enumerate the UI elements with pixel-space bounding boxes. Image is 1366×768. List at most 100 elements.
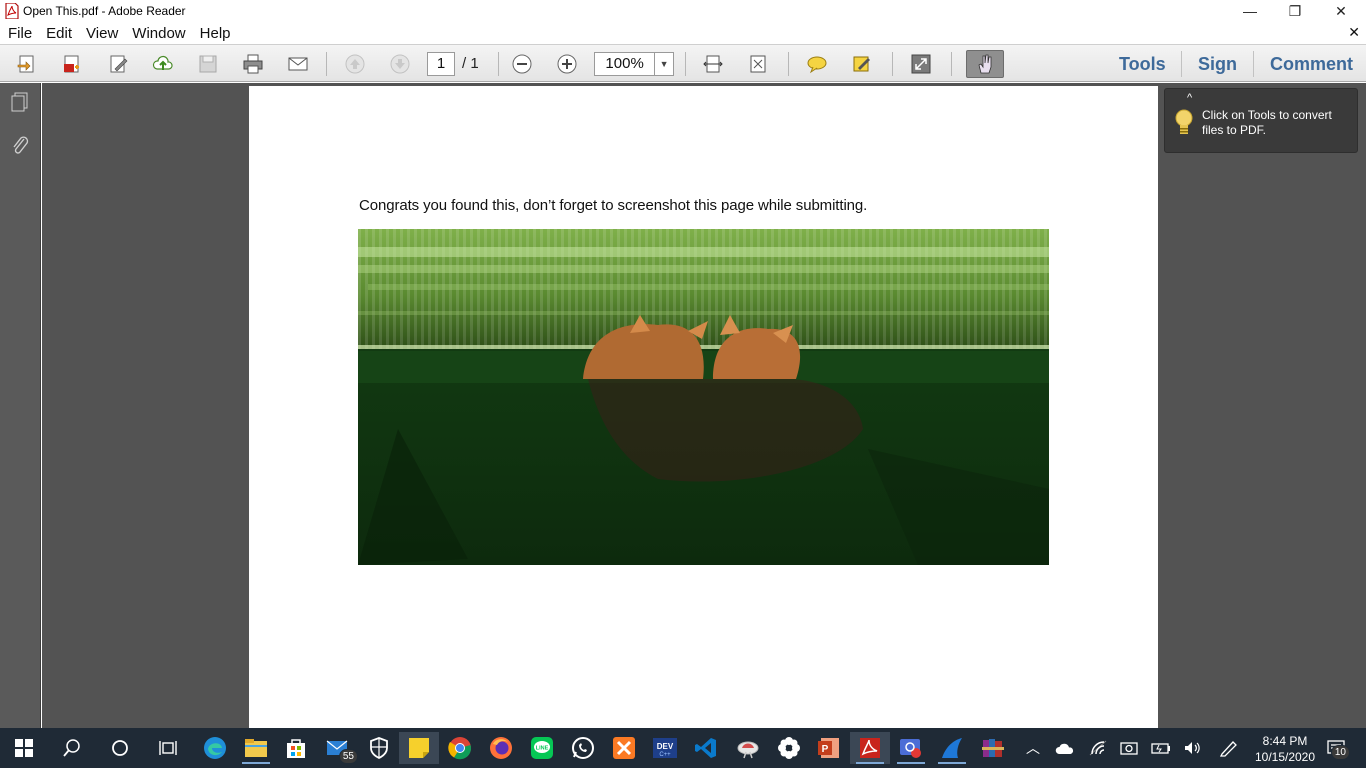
fit-window-button[interactable] <box>744 51 772 77</box>
menu-help[interactable]: Help <box>194 25 237 42</box>
chrome-button[interactable] <box>440 732 480 764</box>
close-document-button[interactable]: ✕ <box>1348 24 1360 41</box>
create-pdf-icon <box>64 55 79 73</box>
edge-icon <box>204 737 226 759</box>
next-page-button[interactable] <box>386 51 414 77</box>
app-button-flower[interactable] <box>769 732 809 764</box>
close-button[interactable]: ✕ <box>1318 0 1364 22</box>
sticky-note-button[interactable] <box>803 51 831 77</box>
pen-icon <box>1219 741 1237 757</box>
search-button[interactable] <box>52 732 92 764</box>
printer-icon <box>243 54 263 74</box>
menu-bar: File Edit View Window Help ✕ <box>0 22 1366 44</box>
clock[interactable]: 8:44 PM 10/15/2020 <box>1249 733 1321 765</box>
show-hidden-icons-button[interactable]: ︿ <box>1022 728 1044 768</box>
pen-workspace-button[interactable] <box>1217 728 1241 768</box>
attachments-button[interactable] <box>8 133 32 157</box>
hand-icon <box>978 54 992 74</box>
active-indicator <box>938 762 966 764</box>
task-view-button[interactable] <box>148 732 188 764</box>
security-button[interactable] <box>359 732 399 764</box>
page-thumbnails-button[interactable] <box>8 90 32 114</box>
clock-time: 8:44 PM <box>1262 734 1308 748</box>
fit-page-button[interactable] <box>699 51 727 77</box>
battery-button[interactable] <box>1150 728 1172 768</box>
comment-button[interactable]: Comment <box>1270 54 1353 75</box>
tooltip-text: Click on Tools to convert files to PDF. <box>1202 108 1332 137</box>
adobe-reader-taskbar-button[interactable] <box>850 732 890 764</box>
restore-button[interactable]: ❐ <box>1272 0 1318 22</box>
minimize-button[interactable]: — <box>1227 0 1273 22</box>
winrar-button[interactable] <box>973 732 1013 764</box>
previous-page-button[interactable] <box>341 51 369 77</box>
arrow-up-icon <box>345 54 365 74</box>
clock-date: 10/15/2020 <box>1254 750 1316 764</box>
email-button[interactable] <box>284 51 312 77</box>
line-app-icon: LINE <box>531 737 553 759</box>
collapse-caret-icon[interactable]: ^ <box>1187 92 1192 104</box>
upload-button[interactable] <box>149 51 177 77</box>
app-button-wave[interactable] <box>932 732 972 764</box>
firefox-button[interactable] <box>481 732 521 764</box>
sign-button[interactable]: Sign <box>1198 54 1237 75</box>
action-center-button[interactable]: 10 <box>1322 728 1350 768</box>
volume-button[interactable] <box>1181 728 1203 768</box>
menu-window[interactable]: Window <box>126 25 191 42</box>
zoom-select[interactable]: 100% ▼ <box>594 52 674 76</box>
chevron-down-icon[interactable]: ▼ <box>654 53 673 75</box>
screen-recorder-button[interactable] <box>891 732 931 764</box>
line-button[interactable]: LINE <box>522 732 562 764</box>
toolbar-separator <box>1253 51 1254 77</box>
speech-bubble-icon <box>807 56 827 74</box>
powerpoint-button[interactable]: P <box>809 732 849 764</box>
microsoft-store-button[interactable] <box>276 732 316 764</box>
sticky-notes-button[interactable] <box>399 732 439 764</box>
taskbar: 55 LINE DEV C++ P ︿ 8:44 PM 10/15/2020 1… <box>0 728 1366 768</box>
lightbulb-icon <box>1175 109 1193 134</box>
close-icon: ✕ <box>1335 2 1347 19</box>
save-icon <box>199 55 217 73</box>
highlight-button[interactable] <box>848 51 876 77</box>
edge-button[interactable] <box>195 732 235 764</box>
menu-file[interactable]: File <box>2 25 38 42</box>
svg-text:DEV: DEV <box>657 742 674 751</box>
cloud-upload-icon <box>152 55 173 70</box>
full-screen-button[interactable] <box>907 51 935 77</box>
whatsapp-button[interactable] <box>563 732 603 764</box>
folder-icon <box>245 739 267 757</box>
wifi-icon <box>1089 740 1107 756</box>
print-button[interactable] <box>239 51 267 77</box>
save-button[interactable] <box>194 51 222 77</box>
edit-button[interactable] <box>104 51 132 77</box>
dev-cpp-icon: DEVC++ <box>653 738 677 758</box>
tools-button[interactable]: Tools <box>1119 54 1166 75</box>
zoom-out-button[interactable] <box>508 51 536 77</box>
menu-view[interactable]: View <box>80 25 124 42</box>
speaker-icon <box>1185 742 1200 754</box>
xampp-button[interactable] <box>604 732 644 764</box>
file-explorer-button[interactable] <box>236 732 276 764</box>
cortana-button[interactable] <box>100 732 140 764</box>
search-icon <box>63 739 80 757</box>
navigation-pane <box>0 83 41 728</box>
toolbar-separator <box>498 52 499 76</box>
highlighter-icon <box>853 56 870 72</box>
hand-tool-button[interactable] <box>966 50 1004 78</box>
zoom-in-button[interactable] <box>553 51 581 77</box>
page-number-input[interactable]: 1 <box>427 52 455 76</box>
meet-now-button[interactable] <box>1118 728 1140 768</box>
svg-text:C++: C++ <box>659 752 671 758</box>
adobe-reader-app-icon <box>5 3 19 19</box>
open-button[interactable] <box>13 51 41 77</box>
mail-button[interactable]: 55 <box>318 732 358 764</box>
onedrive-button[interactable] <box>1054 728 1076 768</box>
create-pdf-button[interactable] <box>58 51 86 77</box>
network-button[interactable] <box>1087 728 1109 768</box>
vscode-button[interactable] <box>686 732 726 764</box>
app-button-satellite[interactable] <box>728 732 768 764</box>
satellite-dish-icon <box>737 741 759 759</box>
start-button[interactable] <box>4 732 44 764</box>
active-indicator <box>856 762 884 764</box>
devcpp-button[interactable]: DEV C++ <box>645 732 685 764</box>
menu-edit[interactable]: Edit <box>40 25 78 42</box>
